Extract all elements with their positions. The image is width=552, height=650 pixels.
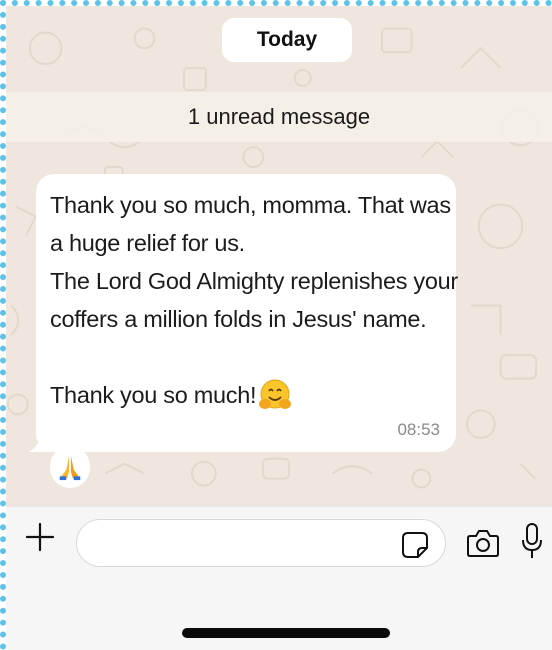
message-input[interactable] [76, 519, 446, 567]
folded-hands-icon [59, 455, 81, 481]
unread-banner: 1 unread message [6, 92, 552, 142]
message-timestamp: 08:53 [397, 420, 440, 439]
sticker-icon[interactable] [400, 530, 430, 560]
message-last-line: Thank you so much! [50, 376, 440, 414]
microphone-icon[interactable] [521, 522, 543, 560]
hugging-face-icon [258, 378, 292, 412]
message-line: Thank you so much, momma. That was [50, 192, 451, 218]
message-bubble[interactable]: Thank you so much, momma. That was a hug… [36, 174, 458, 452]
camera-icon[interactable] [466, 528, 500, 558]
message-line: Thank you so much! [50, 382, 257, 408]
message-line: The Lord God Almighty replenishes your [50, 268, 458, 294]
message-line: a huge relief for us. [50, 230, 245, 256]
home-indicator[interactable] [182, 628, 390, 638]
plus-icon[interactable] [24, 521, 56, 553]
message-line: coffers a million folds in Jesus' name. [50, 306, 427, 332]
reaction-badge[interactable] [50, 446, 90, 488]
screen: Today 1 unread message Thank you so much… [0, 0, 552, 650]
chat-background: Today 1 unread message Thank you so much… [6, 6, 552, 506]
date-separator: Today [222, 18, 352, 62]
